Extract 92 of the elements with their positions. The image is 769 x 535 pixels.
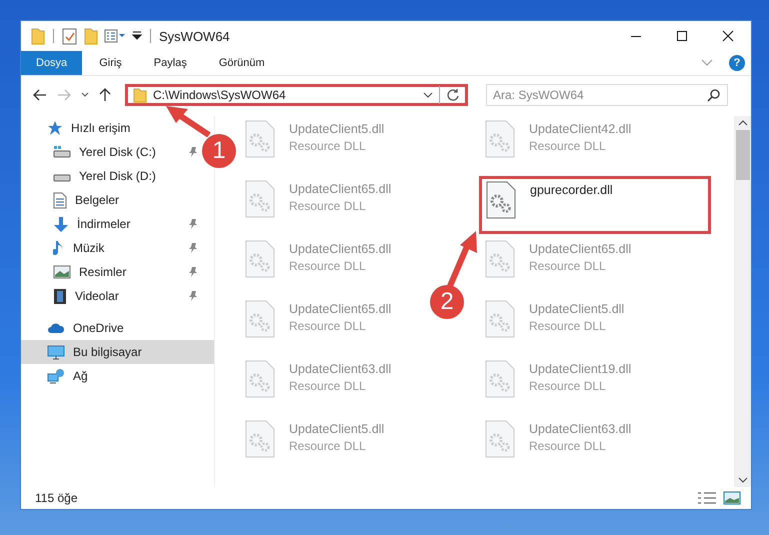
up-arrow-icon[interactable]: [99, 88, 111, 102]
computer-icon: [47, 344, 65, 360]
pin-icon[interactable]: [188, 218, 198, 230]
sidebar-item[interactable]: İndirmeler: [21, 212, 200, 236]
dropdown-caret-icon[interactable]: [423, 92, 433, 98]
sidebar-item[interactable]: Belgeler: [21, 188, 200, 212]
file-type: Resource DLL: [529, 439, 607, 453]
customize-caret-icon[interactable]: [132, 30, 142, 42]
sidebar-item[interactable]: Yerel Disk (C:): [21, 140, 200, 164]
file-item[interactable]: gpurecorder.dll: [479, 176, 711, 234]
file-name: UpdateClient63.dll: [289, 362, 392, 376]
document-icon: [53, 192, 67, 208]
dll-file-icon: [485, 300, 515, 338]
pointer-arrow: [165, 105, 213, 137]
scroll-down-icon[interactable]: [738, 477, 748, 483]
file-name: UpdateClient65.dll: [289, 182, 392, 196]
close-icon: [722, 30, 734, 42]
sidebar-item[interactable]: Hızlı erişim: [21, 116, 138, 140]
sidebar-item[interactable]: Yerel Disk (D:): [21, 164, 200, 188]
file-name: UpdateClient42.dll: [529, 122, 632, 136]
file-type: Resource DLL: [289, 379, 367, 393]
music-note-icon: [53, 240, 65, 256]
pin-icon[interactable]: [188, 146, 198, 158]
file-name: UpdateClient65.dll: [289, 302, 392, 316]
file-type: Resource DLL: [529, 319, 607, 333]
file-name: UpdateClient5.dll: [289, 422, 384, 436]
file-name: UpdateClient65.dll: [529, 242, 632, 256]
dll-file-icon: [245, 240, 275, 278]
address-bar[interactable]: C:\Windows\SysWOW64: [125, 84, 468, 106]
search-icon[interactable]: [707, 88, 721, 102]
download-arrow-icon: [53, 216, 69, 232]
file-name: gpurecorder.dll: [530, 183, 613, 197]
dll-file-icon: [485, 360, 515, 398]
help-button[interactable]: ?: [729, 55, 745, 71]
pin-icon[interactable]: [188, 242, 198, 254]
search-field[interactable]: Ara: SysWOW64: [486, 84, 728, 106]
file-type: Resource DLL: [289, 439, 367, 453]
scrollbar[interactable]: [734, 116, 751, 487]
sidebar-item[interactable]: OneDrive: [21, 316, 132, 340]
file-name: UpdateClient5.dll: [529, 302, 624, 316]
star-icon: [47, 120, 63, 136]
file-type: Resource DLL: [289, 139, 367, 153]
ribbon-tab[interactable]: Görünüm: [204, 51, 280, 75]
dll-file-icon: [245, 120, 275, 158]
file-name: UpdateClient19.dll: [529, 362, 632, 376]
pin-icon[interactable]: [188, 266, 198, 278]
file-type: Resource DLL: [289, 259, 367, 273]
file-name: UpdateClient63.dll: [529, 422, 632, 436]
details-view-icon[interactable]: [697, 491, 717, 505]
dll-file-icon: [485, 420, 515, 458]
scrollbar-thumb[interactable]: [736, 130, 750, 180]
expand-ribbon-icon[interactable]: [701, 59, 713, 67]
ribbon-tab[interactable]: Paylaş: [138, 51, 202, 75]
dll-file-icon: [485, 240, 515, 278]
scroll-up-icon[interactable]: [738, 120, 748, 126]
back-arrow-icon[interactable]: [33, 89, 47, 101]
file-type: Resource DLL: [529, 379, 607, 393]
dll-file-icon: [485, 120, 515, 158]
network-icon: [47, 368, 65, 384]
file-type: Resource DLL: [289, 199, 367, 213]
recent-caret-icon[interactable]: [81, 92, 89, 98]
dll-file-icon: [486, 181, 516, 219]
file-name: UpdateClient65.dll: [289, 242, 392, 256]
sidebar-item[interactable]: Bu bilgisayar: [21, 340, 214, 364]
dll-file-icon: [245, 360, 275, 398]
dll-file-icon: [245, 300, 275, 338]
address-path: C:\Windows\SysWOW64: [153, 88, 287, 102]
window-title: SysWOW64: [159, 28, 230, 44]
refresh-icon[interactable]: [446, 88, 460, 102]
file-type: Resource DLL: [529, 259, 607, 273]
folder-icon: [133, 87, 147, 103]
file-type: Resource DLL: [289, 319, 367, 333]
disk-icon: [53, 146, 71, 158]
cloud-icon: [47, 322, 65, 334]
pin-icon[interactable]: [188, 290, 198, 302]
properties-icon[interactable]: [104, 28, 126, 44]
picture-icon: [53, 265, 71, 279]
film-icon: [53, 288, 67, 304]
item-count: 115 öğe: [35, 491, 78, 505]
ribbon-tab[interactable]: Dosya: [21, 51, 82, 75]
dll-file-icon: [245, 420, 275, 458]
sidebar-item[interactable]: Videolar: [21, 284, 200, 308]
dll-file-icon: [245, 180, 275, 218]
file-type: Resource DLL: [529, 139, 607, 153]
maximize-icon: [676, 30, 688, 42]
sidebar-item[interactable]: Müzik: [21, 236, 200, 260]
sidebar-item[interactable]: Resimler: [21, 260, 200, 284]
file-name: UpdateClient5.dll: [289, 122, 384, 136]
ribbon-tab[interactable]: Giriş: [84, 51, 137, 75]
checklist-icon[interactable]: [62, 27, 78, 45]
sidebar-item[interactable]: Ağ: [21, 364, 96, 388]
large-icons-view-icon[interactable]: [723, 491, 741, 505]
